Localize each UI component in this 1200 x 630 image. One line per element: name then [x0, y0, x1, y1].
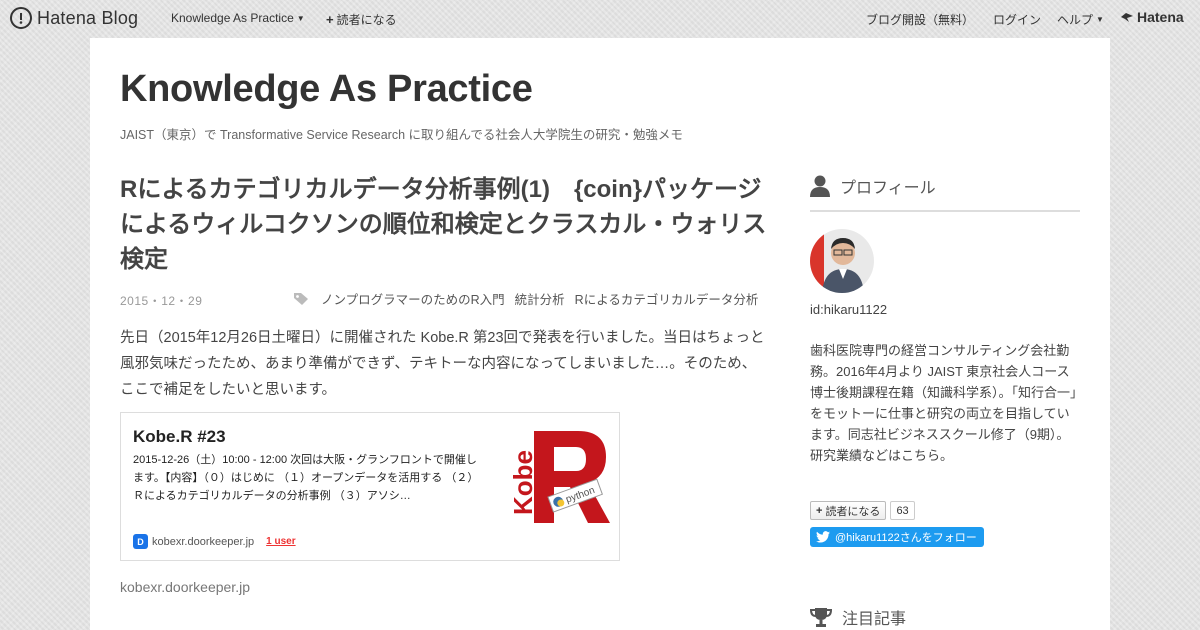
embed-card-title[interactable]: Kobe.R #23 [133, 427, 226, 447]
entry-date[interactable]: 2015・12・29 [120, 292, 202, 309]
avatar[interactable] [810, 229, 874, 293]
kobe-r-logo-icon: Kobe python [508, 431, 610, 523]
hatena-bird-icon [1121, 13, 1133, 22]
subscribe-widget: + 読者になる 63 [810, 501, 915, 520]
brand-text: Hatena Blog [37, 7, 139, 28]
plus-icon: + [816, 504, 823, 517]
login-label: ログイン [993, 13, 1042, 27]
entry-categories: ノンプログラマーのためのR入門 統計分析 Rによるカテゴリカルデータ分析 [293, 289, 758, 308]
open-blog-link[interactable]: ブログ開設（無料） [866, 11, 974, 28]
blog-title[interactable]: Knowledge As Practice [120, 68, 533, 111]
profile-user-id[interactable]: id:hikaru1122 [810, 302, 887, 317]
blog-description: JAIST（東京）で Transformative Service Resear… [120, 128, 683, 142]
profile-heading: プロフィール [810, 174, 936, 198]
doorkeeper-favicon-icon: D [133, 534, 148, 549]
embed-card[interactable]: Kobe.R #23 2015-12-26（土）10:00 - 12:00 次回… [120, 412, 620, 561]
blog-menu-dropdown[interactable]: Knowledge As Practice ▼ [171, 11, 305, 25]
subscribe-button[interactable]: + 読者になる [810, 501, 887, 520]
open-blog-label: ブログ開設（無料） [866, 13, 975, 27]
trophy-icon [810, 608, 832, 627]
caret-down-icon: ▼ [1096, 15, 1104, 24]
main-container: Knowledge As Practice JAIST（東京）で Transfo… [90, 38, 1110, 630]
embed-card-footer: D kobexr.doorkeeper.jp 1 user [133, 534, 296, 549]
entry-title[interactable]: Rによるカテゴリカルデータ分析事例(1) {coin}パッケージによるウィルコク… [120, 172, 770, 277]
entry-body-paragraph: 先日（2015年12月26日土曜日）に開催された Kobe.R 第23回で発表を… [120, 330, 765, 398]
kobe-r-logo: Kobe python [506, 427, 616, 527]
twitter-follow-label: @hikaru1122さんをフォロー [835, 532, 977, 544]
help-label: ヘルプ [1057, 13, 1094, 27]
tag-icon [294, 292, 308, 305]
help-dropdown[interactable]: ヘルプ ▼ [1057, 11, 1104, 28]
hatena-logo-text: Hatena [1137, 9, 1184, 25]
embed-source-link[interactable]: kobexr.doorkeeper.jp [120, 579, 250, 595]
kobe-logo-text: Kobe [508, 450, 538, 515]
hatena-blog-logo-icon [10, 7, 32, 29]
profile-heading-label: プロフィール [840, 180, 936, 197]
featured-heading-label: 注目記事 [842, 611, 907, 628]
subscribe-nav-label: 読者になる [336, 13, 397, 27]
subscribe-nav-button[interactable]: + 読者になる [326, 11, 397, 28]
plus-icon: + [326, 12, 334, 27]
blog-menu-label: Knowledge As Practice [171, 11, 294, 25]
twitter-bird-icon [816, 531, 830, 543]
avatar-image [810, 229, 874, 293]
bookmark-users-link[interactable]: 1 user [266, 536, 295, 547]
embed-card-description: 2015-12-26（土）10:00 - 12:00 次回は大阪・グランフロント… [133, 454, 479, 502]
subscriber-count[interactable]: 63 [890, 501, 915, 520]
embed-card-domain[interactable]: kobexr.doorkeeper.jp [152, 536, 254, 548]
hatena-logo[interactable]: Hatena [1120, 9, 1184, 25]
profile-description: 歯科医院専門の経営コンサルティング会社勤務。2016年4月より JAIST 東京… [810, 343, 1077, 463]
login-link[interactable]: ログイン [993, 11, 1041, 28]
top-navbar: Hatena Blog Knowledge As Practice ▼ + 読者… [0, 0, 1200, 36]
hatena-blog-brand[interactable]: Hatena Blog [10, 7, 138, 29]
category-link[interactable]: Rによるカテゴリカルデータ分析 [575, 289, 759, 308]
twitter-follow-button[interactable]: @hikaru1122さんをフォロー [810, 527, 984, 547]
user-icon [810, 175, 830, 197]
divider [810, 210, 1080, 212]
category-link[interactable]: ノンプログラマーのためのR入門 [321, 289, 505, 308]
subscribe-button-label: 読者になる [825, 505, 881, 518]
featured-heading: 注目記事 [810, 605, 906, 629]
category-link[interactable]: 統計分析 [515, 289, 565, 308]
caret-down-icon: ▼ [296, 13, 305, 23]
